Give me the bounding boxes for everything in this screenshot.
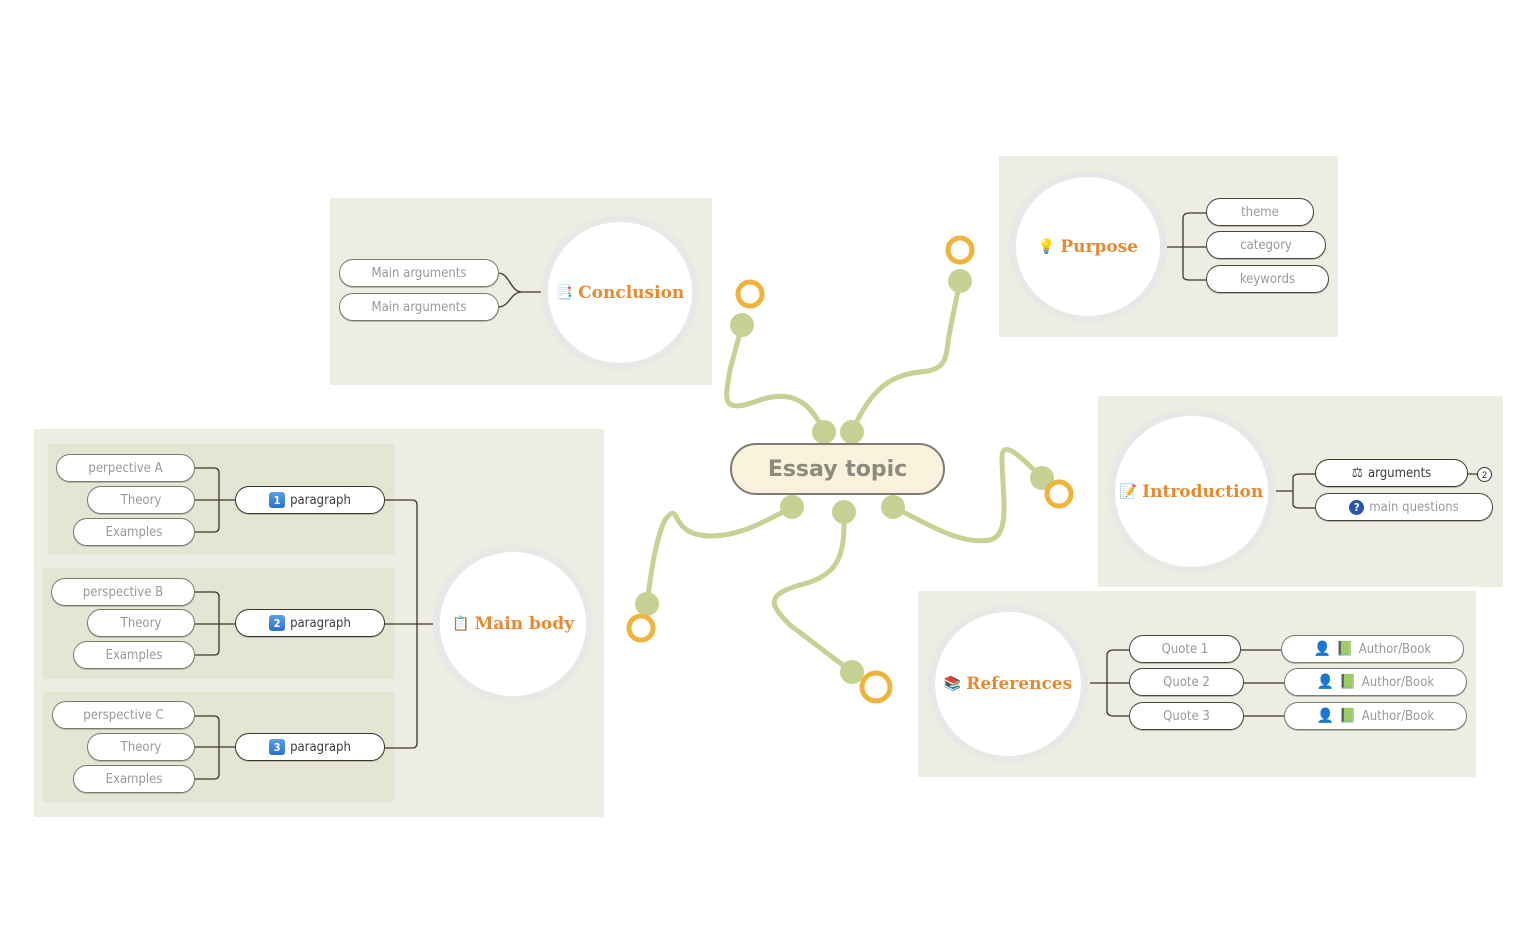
lightbulb-icon: 💡 bbox=[1037, 238, 1056, 255]
paragraph-label: paragraph bbox=[290, 492, 351, 508]
conclusion-child[interactable]: Main arguments bbox=[339, 259, 499, 287]
person-icon: 👤 bbox=[1316, 708, 1335, 724]
child-label: Theory bbox=[120, 739, 162, 755]
main-body-node[interactable]: 📋 Main body bbox=[433, 545, 593, 703]
quote-label: Quote 1 bbox=[1161, 641, 1209, 657]
introduction-child-arguments[interactable]: ⚖ arguments bbox=[1315, 459, 1468, 487]
paragraph-child[interactable]: perspective B bbox=[51, 578, 195, 606]
knob bbox=[832, 500, 856, 524]
purpose-child[interactable]: category bbox=[1206, 231, 1326, 259]
books-icon: 📚 bbox=[943, 676, 962, 692]
introduction-node[interactable]: 📝 Introduction bbox=[1108, 409, 1275, 574]
knob bbox=[635, 592, 659, 616]
knob bbox=[730, 313, 754, 337]
paragraph-node[interactable]: 2 paragraph bbox=[235, 609, 385, 637]
child-label: main questions bbox=[1369, 499, 1459, 515]
ring bbox=[1044, 479, 1074, 509]
paragraph-child[interactable]: Theory bbox=[87, 486, 195, 514]
child-label: Main arguments bbox=[371, 299, 467, 315]
central-topic[interactable]: Essay topic bbox=[730, 443, 945, 495]
knob bbox=[881, 495, 905, 519]
source-label: Author/Book bbox=[1358, 641, 1432, 657]
child-label: Examples bbox=[105, 771, 163, 787]
branch-purpose bbox=[849, 278, 963, 435]
quote-node[interactable]: Quote 2 bbox=[1129, 668, 1244, 696]
person-icon: 👤 bbox=[1316, 674, 1335, 690]
purpose-label: Purpose bbox=[1060, 236, 1139, 257]
paragraph-label: paragraph bbox=[290, 615, 351, 631]
child-label: Examples bbox=[105, 647, 163, 663]
source-node[interactable]: 👤 📗 Author/Book bbox=[1284, 668, 1467, 696]
source-node[interactable]: 👤 📗 Author/Book bbox=[1281, 635, 1464, 663]
paragraph-child[interactable]: Examples bbox=[73, 518, 195, 546]
clipboard-icon: 📋 bbox=[452, 616, 470, 632]
gavel-icon: ⚖ bbox=[1351, 465, 1363, 481]
paragraph-node[interactable]: 3 paragraph bbox=[235, 733, 385, 761]
child-label: Main arguments bbox=[371, 265, 467, 281]
child-label: arguments bbox=[1368, 465, 1432, 481]
count-badge[interactable]: 2 bbox=[1477, 467, 1492, 482]
child-label: keywords bbox=[1239, 271, 1296, 287]
question-icon: ? bbox=[1349, 499, 1365, 515]
child-label: theme bbox=[1241, 204, 1279, 220]
knob bbox=[948, 269, 972, 293]
child-label: perspective B bbox=[82, 584, 164, 600]
child-label: perspective C bbox=[83, 707, 164, 723]
ring bbox=[945, 235, 975, 265]
introduction-child-questions[interactable]: ? main questions bbox=[1315, 493, 1493, 521]
notepad-pencil-icon: 📝 bbox=[1119, 483, 1138, 500]
branch-conclusion bbox=[724, 322, 827, 435]
paragraph-label: paragraph bbox=[290, 739, 351, 755]
knob bbox=[840, 660, 864, 684]
child-label: category bbox=[1240, 237, 1292, 253]
quote-node[interactable]: Quote 1 bbox=[1129, 635, 1241, 663]
book-icon: 📗 bbox=[1339, 674, 1357, 690]
conclusion-child[interactable]: Main arguments bbox=[339, 293, 499, 321]
number-1-icon: 1 bbox=[269, 492, 286, 508]
quote-node[interactable]: Quote 3 bbox=[1129, 702, 1244, 730]
child-label: Theory bbox=[120, 615, 162, 631]
conclusion-label: Conclusion bbox=[578, 282, 685, 303]
quote-label: Quote 2 bbox=[1163, 674, 1210, 690]
paragraph-child[interactable]: Theory bbox=[87, 609, 195, 637]
document-icon: 📑 bbox=[555, 284, 574, 301]
references-node[interactable]: 📚 References bbox=[928, 605, 1088, 763]
book-icon: 📗 bbox=[1336, 641, 1354, 657]
knob bbox=[812, 420, 836, 444]
knob bbox=[840, 420, 864, 444]
quote-label: Quote 3 bbox=[1163, 708, 1210, 724]
ring bbox=[859, 670, 893, 704]
references-label: References bbox=[966, 674, 1073, 694]
paragraph-child[interactable]: perpective A bbox=[56, 454, 195, 482]
branch-main-body bbox=[644, 504, 795, 607]
source-label: Author/Book bbox=[1361, 674, 1435, 690]
paragraph-child[interactable]: Theory bbox=[87, 733, 195, 761]
paragraph-child[interactable]: perspective C bbox=[52, 701, 195, 729]
child-label: perpective A bbox=[88, 460, 163, 476]
purpose-child[interactable]: theme bbox=[1206, 198, 1314, 226]
source-label: Author/Book bbox=[1361, 708, 1435, 724]
book-icon: 📗 bbox=[1339, 708, 1357, 724]
child-label: Theory bbox=[120, 492, 162, 508]
number-3-icon: 3 bbox=[269, 739, 286, 755]
source-node[interactable]: 👤 📗 Author/Book bbox=[1284, 702, 1467, 730]
paragraph-node[interactable]: 1 paragraph bbox=[235, 486, 385, 514]
paragraph-child[interactable]: Examples bbox=[73, 765, 195, 793]
purpose-node[interactable]: 💡 Purpose bbox=[1009, 170, 1167, 323]
central-topic-label: Essay topic bbox=[767, 456, 908, 482]
knob bbox=[780, 495, 804, 519]
purpose-child[interactable]: keywords bbox=[1206, 265, 1329, 293]
conclusion-node[interactable]: 📑 Conclusion bbox=[541, 215, 699, 370]
number-2-icon: 2 bbox=[269, 615, 286, 631]
paragraph-child[interactable]: Examples bbox=[73, 641, 195, 669]
branch-references bbox=[771, 509, 855, 675]
person-icon: 👤 bbox=[1313, 641, 1332, 657]
child-label: Examples bbox=[105, 524, 163, 540]
main-body-label: Main body bbox=[474, 614, 574, 634]
ring bbox=[626, 613, 656, 643]
ring bbox=[735, 279, 765, 309]
knob bbox=[1030, 466, 1054, 490]
introduction-label: Introduction bbox=[1142, 481, 1264, 502]
